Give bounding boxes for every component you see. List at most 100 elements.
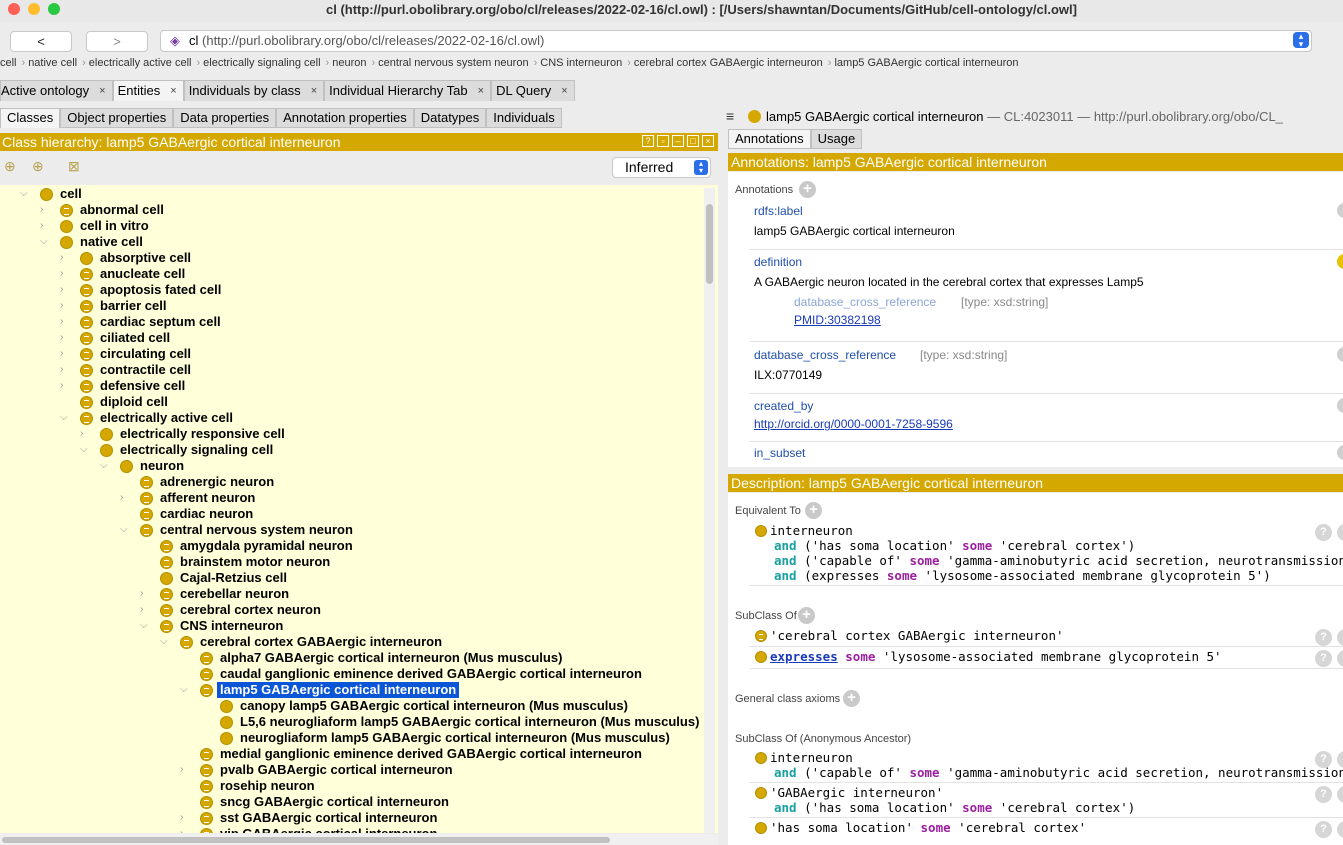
breadcrumb-item[interactable]: electrically signaling cell <box>203 57 320 69</box>
pin-icon[interactable]: ▫ <box>657 135 669 147</box>
breadcrumb-item[interactable]: central nervous system neuron <box>378 57 528 69</box>
defined-class-icon <box>160 588 173 601</box>
expand-icon[interactable]: › <box>60 250 70 266</box>
add-sibling-icon[interactable]: ⊕ <box>32 158 54 178</box>
breadcrumb-item[interactable]: neuron <box>332 57 366 69</box>
explain-icon[interactable]: ? <box>1315 524 1332 541</box>
breadcrumb-item[interactable]: lamp5 GABAergic cortical interneuron <box>834 57 1018 69</box>
class-icon <box>220 732 233 745</box>
breadcrumb-item[interactable]: cell <box>0 57 17 69</box>
defined-class-icon <box>140 492 153 505</box>
expresses-link[interactable]: expresses <box>770 649 838 664</box>
add-superclass-button[interactable]: + <box>798 607 815 624</box>
tab-annotations[interactable]: Annotations <box>728 129 811 149</box>
rdfs-label-property[interactable]: rdfs:label <box>754 204 803 218</box>
tab-individuals[interactable]: Individuals <box>486 108 562 128</box>
collapse-icon[interactable]: ⌵ <box>60 410 70 426</box>
expand-icon[interactable]: › <box>140 586 150 602</box>
tab-dl-query[interactable]: DL Query × <box>491 80 575 101</box>
expand-icon[interactable]: › <box>60 346 70 362</box>
explain-icon[interactable]: ? <box>1315 650 1332 667</box>
close-tab-icon[interactable]: × <box>561 81 567 101</box>
definition-property[interactable]: definition <box>754 255 802 269</box>
explain-icon[interactable]: ? <box>1315 786 1332 803</box>
ancestor-3: 'has soma location' some 'cerebral corte… <box>770 820 1087 835</box>
close-view-icon[interactable]: × <box>702 135 714 147</box>
delete-class-icon[interactable]: ⊠ <box>68 158 90 178</box>
add-gca-button[interactable]: + <box>843 690 860 707</box>
breadcrumb-item[interactable]: CNS interneuron <box>540 57 622 69</box>
tab-entities[interactable]: Entities × <box>112 80 184 101</box>
expand-icon[interactable]: › <box>60 266 70 282</box>
pmid-link[interactable]: PMID:30382198 <box>794 313 881 327</box>
collapse-icon[interactable]: ⌵ <box>160 634 170 650</box>
tab-annotation-properties[interactable]: Annotation properties <box>276 108 414 128</box>
tree-horizontal-scrollbar[interactable] <box>0 834 718 845</box>
close-tab-icon[interactable]: × <box>99 81 105 101</box>
class-tree[interactable]: ⌵ cell › abnormal cell › cell in vitro ⌵ native… <box>0 185 718 833</box>
tab-classes[interactable]: Classes <box>0 108 61 128</box>
defined-class-icon <box>80 300 93 313</box>
created-by-property[interactable]: created_by <box>754 399 813 413</box>
add-equivalent-button[interactable]: + <box>805 502 822 519</box>
explain-icon[interactable]: ? <box>1315 821 1332 838</box>
ontology-url-selector[interactable]: cl (http://purl.obolibrary.org/obo/cl/re… <box>160 30 1312 52</box>
tab-individuals-by-class[interactable]: Individuals by class × <box>183 80 325 101</box>
expand-icon[interactable]: › <box>60 282 70 298</box>
collapse-icon[interactable]: ⌵ <box>120 522 130 538</box>
back-button[interactable]: < <box>10 31 72 52</box>
close-tab-icon[interactable]: × <box>311 81 317 101</box>
explain-icon[interactable]: ? <box>1315 629 1332 646</box>
in-subset-property[interactable]: in_subset <box>754 446 805 460</box>
collapse-icon[interactable]: ⌵ <box>100 458 110 474</box>
xref-property[interactable]: database_cross_reference <box>754 348 896 362</box>
orcid-link[interactable]: http://orcid.org/0000-0001-7258-9596 <box>754 417 953 431</box>
divider <box>750 441 1343 442</box>
close-tab-icon[interactable]: × <box>478 81 484 101</box>
entity-name: lamp5 GABAergic cortical interneuron <box>766 109 984 124</box>
tab-active-ontology[interactable]: Active ontology × <box>0 80 113 101</box>
tab-individual-hierarchy-tab[interactable]: Individual Hierarchy Tab × <box>324 80 492 101</box>
close-tab-icon[interactable]: × <box>170 81 176 101</box>
tab-usage[interactable]: Usage <box>810 129 863 149</box>
breadcrumb-item[interactable]: electrically active cell <box>89 57 192 69</box>
expand-icon[interactable]: › <box>180 826 190 833</box>
superclass-1: 'cerebral cortex GABAergic interneuron' <box>770 628 1064 643</box>
expand-icon[interactable]: › <box>60 314 70 330</box>
breadcrumb-item[interactable]: cerebral cortex GABAergic interneuron <box>634 57 823 69</box>
class-icon <box>220 716 233 729</box>
dropdown-arrows-icon[interactable]: ▴ ▾ <box>1293 32 1309 49</box>
collapse-icon[interactable]: ⌵ <box>80 442 90 458</box>
explain-icon[interactable]: ? <box>1315 751 1332 768</box>
expand-icon[interactable]: › <box>60 362 70 378</box>
collapse-icon[interactable]: ⌵ <box>180 682 190 698</box>
tab-object-properties[interactable]: Object properties <box>60 108 174 128</box>
breadcrumb-item[interactable]: native cell <box>28 57 77 69</box>
help-icon[interactable]: ? <box>642 135 654 147</box>
tree-vertical-scrollbar[interactable] <box>704 188 715 833</box>
collapse-icon[interactable]: ⌵ <box>20 186 30 202</box>
maximize-view-icon[interactable]: □ <box>687 135 699 147</box>
expand-icon[interactable]: › <box>40 202 50 218</box>
minimize-view-icon[interactable]: – <box>672 135 684 147</box>
expand-icon[interactable]: › <box>60 330 70 346</box>
expand-icon[interactable]: › <box>80 426 90 442</box>
expand-icon[interactable]: › <box>180 762 190 778</box>
expand-icon[interactable]: › <box>60 298 70 314</box>
tab-datatypes[interactable]: Datatypes <box>413 108 487 128</box>
tab-data-properties[interactable]: Data properties <box>173 108 277 128</box>
add-annotation-button[interactable]: + <box>799 181 816 198</box>
inferred-mode-select[interactable]: Inferred ▴ ▾ <box>612 157 711 178</box>
tree-node-label: sst GABAergic cortical interneuron <box>220 810 438 825</box>
collapse-icon[interactable]: ⌵ <box>140 618 150 634</box>
expand-icon[interactable]: › <box>140 602 150 618</box>
forward-button[interactable]: > <box>86 31 148 52</box>
expand-icon[interactable]: › <box>180 810 190 826</box>
expand-icon[interactable]: › <box>120 490 130 506</box>
tab-label: Active ontology <box>1 83 90 98</box>
expand-icon[interactable]: › <box>60 378 70 394</box>
add-subclass-icon[interactable]: ⊕ <box>4 158 26 178</box>
defined-class-icon <box>80 380 93 393</box>
collapse-icon[interactable]: ⌵ <box>40 234 50 250</box>
expand-icon[interactable]: › <box>40 218 50 234</box>
